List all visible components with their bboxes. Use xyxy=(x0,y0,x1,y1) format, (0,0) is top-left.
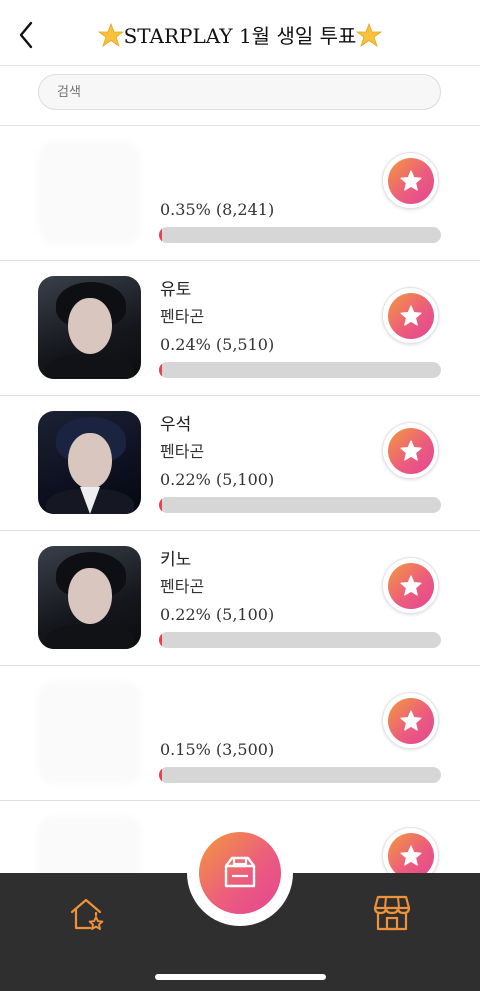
star-icon xyxy=(400,305,422,326)
candidate-group: 펜타곤 xyxy=(160,577,205,596)
star-emoji-icon xyxy=(97,23,124,47)
vote-percent: 0.22% (5,100) xyxy=(160,605,275,624)
search-bar xyxy=(0,66,480,126)
candidate-row[interactable]: 유토 펜타곤 0.24% (5,510) xyxy=(0,261,480,396)
star-icon xyxy=(400,170,422,191)
candidate-row[interactable]: 0.15% (3,500) xyxy=(0,666,480,801)
candidate-photo xyxy=(38,681,141,784)
photo-body xyxy=(46,624,134,649)
page-title: STARPLAY 1월 생일 투표 xyxy=(0,20,480,49)
candidate-photo xyxy=(38,411,141,514)
home-indicator xyxy=(155,974,326,980)
store-icon xyxy=(373,895,411,931)
vote-progress-bar xyxy=(159,632,441,648)
star-icon xyxy=(400,575,422,596)
vote-button-face xyxy=(388,563,434,609)
vote-button-face xyxy=(388,158,434,204)
photo-face xyxy=(68,298,112,354)
photo-face xyxy=(68,568,112,624)
vote-button[interactable] xyxy=(382,422,439,479)
photo-body xyxy=(46,354,134,379)
vote-button[interactable] xyxy=(382,152,439,209)
candidate-row[interactable]: 0.35% (8,241) xyxy=(0,126,480,261)
vote-progress-bar xyxy=(159,227,441,243)
vote-progress-fill xyxy=(159,497,162,513)
vote-progress-fill xyxy=(159,227,162,243)
candidate-name: 우석 xyxy=(160,415,192,435)
photo-face xyxy=(68,433,112,489)
vote-progress-bar xyxy=(159,767,441,783)
candidate-group: 펜타곤 xyxy=(160,307,205,326)
vote-progress-bar xyxy=(159,362,441,378)
star-icon xyxy=(400,845,422,866)
candidate-photo xyxy=(38,546,141,649)
candidate-name: 키노 xyxy=(160,550,192,570)
candidate-photo xyxy=(38,276,141,379)
vote-center-button-ring xyxy=(187,820,293,926)
vote-center-button[interactable] xyxy=(199,832,281,914)
star-icon xyxy=(400,710,422,731)
vote-button-face xyxy=(388,428,434,474)
candidate-photo xyxy=(38,141,141,244)
vote-progress-bar xyxy=(159,497,441,513)
home-star-icon xyxy=(70,898,104,930)
vote-button-face xyxy=(388,293,434,339)
vote-button[interactable] xyxy=(382,557,439,614)
app-header: STARPLAY 1월 생일 투표 xyxy=(0,0,480,66)
vote-percent: 0.24% (5,510) xyxy=(160,335,275,354)
vote-button-face xyxy=(388,698,434,744)
ballot-box-icon xyxy=(224,856,256,888)
vote-percent: 0.15% (3,500) xyxy=(160,740,275,759)
candidate-row[interactable]: 키노 펜타곤 0.22% (5,100) xyxy=(0,531,480,666)
vote-button[interactable] xyxy=(382,287,439,344)
vote-button[interactable] xyxy=(382,692,439,749)
candidate-list: 0.35% (8,241) 유토 펜타곤 0.24% (5,510) 우석 펜타… xyxy=(0,126,480,936)
search-input[interactable] xyxy=(38,74,441,110)
candidate-name: 유토 xyxy=(160,280,192,300)
star-emoji-icon xyxy=(356,23,383,47)
vote-progress-fill xyxy=(159,632,162,648)
vote-percent: 0.22% (5,100) xyxy=(160,470,275,489)
candidate-group: 펜타곤 xyxy=(160,442,205,461)
page-title-text: STARPLAY 1월 생일 투표 xyxy=(123,24,357,48)
vote-progress-fill xyxy=(159,362,162,378)
star-icon xyxy=(400,440,422,461)
candidate-row[interactable]: 우석 펜타곤 0.22% (5,100) xyxy=(0,396,480,531)
tab-home[interactable] xyxy=(68,895,106,933)
tab-store[interactable] xyxy=(372,893,412,933)
vote-percent: 0.35% (8,241) xyxy=(160,200,275,219)
vote-progress-fill xyxy=(159,767,162,783)
